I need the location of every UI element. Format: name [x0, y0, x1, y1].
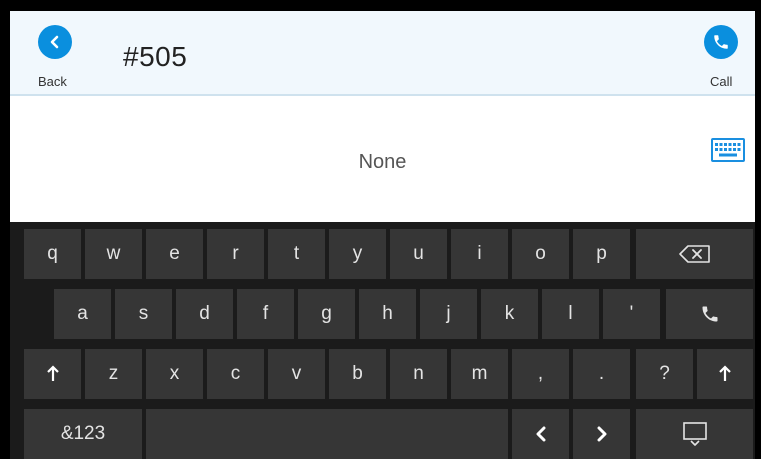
key-q[interactable]: q	[24, 229, 81, 279]
phone-icon	[700, 304, 720, 324]
key-l[interactable]: l	[542, 289, 599, 339]
backspace-key[interactable]	[636, 229, 753, 279]
key-h[interactable]: h	[359, 289, 416, 339]
key-g[interactable]: g	[298, 289, 355, 339]
on-screen-keyboard: q w e r t y u i o p a s d f g h j k l '	[10, 222, 755, 459]
key-s[interactable]: s	[115, 289, 172, 339]
status-text: None	[358, 151, 407, 173]
backspace-icon	[678, 245, 711, 263]
key-j[interactable]: j	[420, 289, 477, 339]
key-y[interactable]: y	[329, 229, 386, 279]
back-button[interactable]	[38, 25, 72, 59]
shift-right-key[interactable]	[697, 349, 753, 399]
key-i[interactable]: i	[451, 229, 508, 279]
key-o[interactable]: o	[512, 229, 569, 279]
key-p[interactable]: p	[573, 229, 630, 279]
key-c[interactable]: c	[207, 349, 264, 399]
key-e[interactable]: e	[146, 229, 203, 279]
key-f[interactable]: f	[237, 289, 294, 339]
header-bar: Back #505 Call	[10, 11, 755, 96]
call-button[interactable]	[704, 25, 738, 59]
arrow-up-icon	[46, 365, 60, 383]
key-b[interactable]: b	[329, 349, 386, 399]
key-question[interactable]: ?	[636, 349, 693, 399]
chevron-right-icon	[596, 426, 608, 442]
key-u[interactable]: u	[390, 229, 447, 279]
key-v[interactable]: v	[268, 349, 325, 399]
key-k[interactable]: k	[481, 289, 538, 339]
chevron-left-icon	[535, 426, 547, 442]
keyboard-toggle-button[interactable]	[711, 138, 745, 162]
cursor-left-key[interactable]	[512, 409, 569, 459]
hide-keyboard-key[interactable]	[636, 409, 753, 459]
phone-icon	[712, 33, 730, 51]
key-comma[interactable]: ,	[512, 349, 569, 399]
key-n[interactable]: n	[390, 349, 447, 399]
call-label[interactable]: Call	[710, 74, 732, 89]
arrow-up-icon	[718, 365, 732, 383]
key-d[interactable]: d	[176, 289, 233, 339]
hide-keyboard-icon	[682, 421, 708, 447]
keyboard-icon	[711, 138, 745, 166]
key-x[interactable]: x	[146, 349, 203, 399]
symbols-key[interactable]: &123	[24, 409, 142, 459]
key-a[interactable]: a	[54, 289, 111, 339]
phone-screen: Back #505 Call None q w e r t y u i o p …	[10, 11, 755, 459]
content-area: None	[10, 96, 755, 222]
page-title: #505	[123, 41, 188, 72]
back-label[interactable]: Back	[38, 74, 67, 89]
space-key[interactable]	[146, 409, 508, 459]
key-period[interactable]: .	[573, 349, 630, 399]
shift-left-key[interactable]	[24, 349, 81, 399]
cursor-right-key[interactable]	[573, 409, 630, 459]
key-apostrophe[interactable]: '	[603, 289, 660, 339]
chevron-left-icon	[48, 35, 62, 49]
key-t[interactable]: t	[268, 229, 325, 279]
key-m[interactable]: m	[451, 349, 508, 399]
key-z[interactable]: z	[85, 349, 142, 399]
key-w[interactable]: w	[85, 229, 142, 279]
call-key[interactable]	[666, 289, 753, 339]
key-r[interactable]: r	[207, 229, 264, 279]
